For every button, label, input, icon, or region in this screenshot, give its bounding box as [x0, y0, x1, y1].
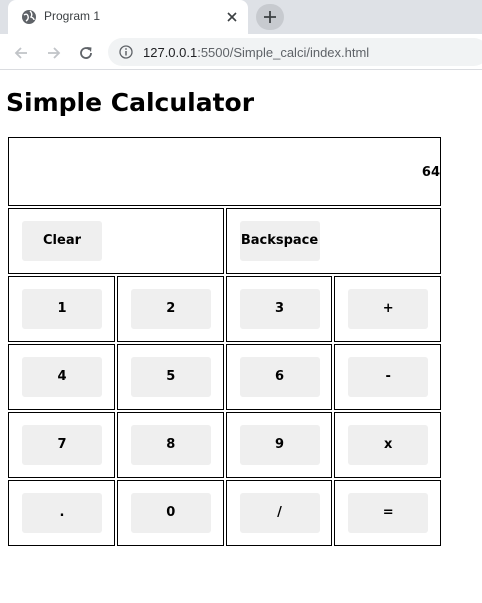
key-0-button[interactable]: 0: [130, 493, 211, 533]
key-7-button[interactable]: 7: [22, 425, 102, 465]
forward-arrow-icon[interactable]: [45, 44, 63, 62]
key-cell: 5: [116, 344, 224, 410]
key-1-button[interactable]: 1: [22, 289, 102, 329]
key-cell: 9: [225, 412, 333, 478]
key-cell: 8: [116, 412, 224, 478]
key-cell: +: [334, 276, 441, 342]
key-6-button[interactable]: 6: [239, 357, 320, 397]
close-icon[interactable]: [224, 9, 240, 25]
url-path: :5500/Simple_calci/index.html: [197, 45, 370, 60]
key-5-button[interactable]: 5: [130, 357, 211, 397]
browser-tab-strip: Program 1: [0, 0, 482, 34]
plus-icon: [264, 11, 276, 23]
backspace-button[interactable]: Backspace: [239, 221, 320, 261]
tab-title: Program 1: [44, 9, 101, 23]
decimal-button[interactable]: .: [22, 493, 102, 533]
key-2-button[interactable]: 2: [130, 289, 211, 329]
key-cell: -: [334, 344, 441, 410]
address-bar[interactable]: 127.0.0.1:5500/Simple_calci/index.html: [108, 38, 482, 66]
url-host: 127.0.0.1: [143, 45, 198, 60]
calculator-display: 64: [421, 164, 440, 180]
page-title: Simple Calculator: [6, 88, 255, 117]
equals-button[interactable]: =: [348, 493, 429, 533]
new-tab-button[interactable]: [256, 4, 284, 30]
key-cell: 6: [225, 344, 333, 410]
key-cell: 7: [8, 412, 115, 478]
multiply-button[interactable]: x: [348, 425, 429, 465]
add-button[interactable]: +: [348, 289, 429, 329]
key-cell: 1: [8, 276, 115, 342]
key-cell: =: [334, 480, 441, 546]
backspace-cell: Backspace: [225, 208, 441, 274]
key-4-button[interactable]: 4: [22, 357, 102, 397]
key-cell: 0: [116, 480, 224, 546]
info-icon[interactable]: [119, 45, 133, 59]
key-cell: x: [334, 412, 441, 478]
reload-icon[interactable]: [77, 44, 95, 62]
url-text: 127.0.0.1:5500/Simple_calci/index.html: [143, 45, 369, 60]
key-cell: 4: [8, 344, 115, 410]
globe-icon: [21, 9, 37, 25]
back-arrow-icon[interactable]: [12, 44, 30, 62]
key-cell: .: [8, 480, 115, 546]
key-cell: /: [225, 480, 333, 546]
clear-cell: Clear: [8, 208, 224, 274]
key-cell: 3: [225, 276, 333, 342]
subtract-button[interactable]: -: [348, 357, 429, 397]
key-9-button[interactable]: 9: [239, 425, 320, 465]
key-cell: 2: [116, 276, 224, 342]
divide-button[interactable]: /: [239, 493, 320, 533]
browser-toolbar: 127.0.0.1:5500/Simple_calci/index.html: [0, 34, 482, 70]
calculator-table: 64 Clear Backspace 1 2 3 + 4 5 6 - 7 8 9…: [6, 135, 443, 548]
clear-button[interactable]: Clear: [22, 221, 102, 261]
display-cell: 64: [8, 137, 441, 206]
key-3-button[interactable]: 3: [239, 289, 320, 329]
browser-tab[interactable]: Program 1: [8, 0, 248, 34]
key-8-button[interactable]: 8: [130, 425, 211, 465]
